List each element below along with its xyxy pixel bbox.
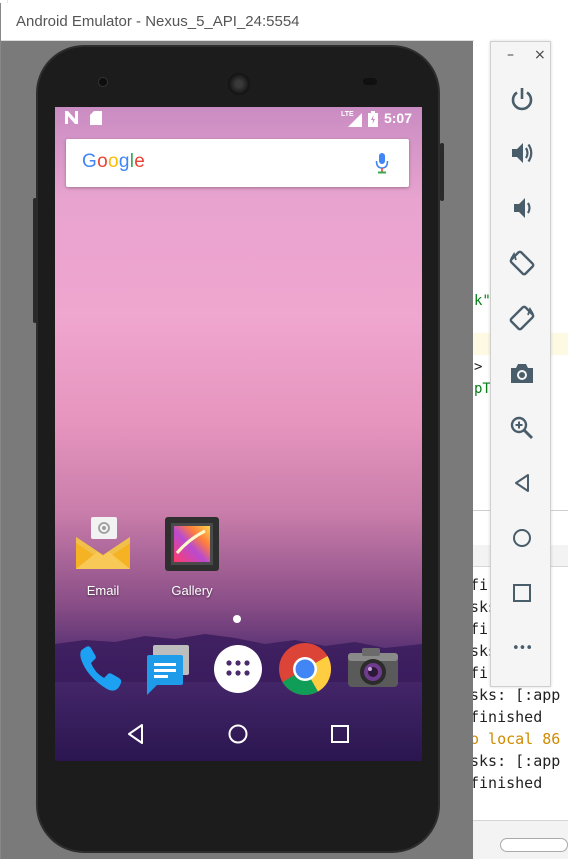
app-label: Email xyxy=(86,583,120,598)
minimize-button[interactable]: – xyxy=(507,47,514,63)
log-line: sks: [:app xyxy=(470,686,561,704)
ide-scrollbar[interactable] xyxy=(500,838,568,852)
recents-icon[interactable] xyxy=(327,721,353,747)
google-search-bar[interactable]: Google xyxy=(66,139,409,187)
email-icon xyxy=(76,517,130,569)
signal-icon xyxy=(348,113,362,131)
emulator-titlebar[interactable]: Android Emulator - Nexus_5_API_24:5554 xyxy=(1,3,474,41)
page-indicator xyxy=(233,615,241,623)
volume-rocker xyxy=(33,198,37,323)
home-button[interactable] xyxy=(509,525,535,551)
earpiece-speaker xyxy=(228,73,250,95)
camera-icon[interactable] xyxy=(345,641,401,697)
rotate-right-button[interactable] xyxy=(509,305,535,331)
gallery-icon xyxy=(165,517,219,571)
navigation-bar xyxy=(55,707,422,761)
rotate-right-icon xyxy=(509,305,535,331)
google-logo: Google xyxy=(82,151,146,172)
back-button[interactable] xyxy=(509,470,535,496)
code-fragment: k" xyxy=(474,293,491,309)
front-camera xyxy=(98,77,108,87)
volume-up-icon xyxy=(512,143,533,163)
emulator-control-panel: – × ••• xyxy=(490,41,551,687)
messages-icon[interactable] xyxy=(139,641,195,697)
log-line: sks: [:app xyxy=(470,752,561,770)
screenshot-button[interactable] xyxy=(509,360,535,386)
app-email[interactable]: Email xyxy=(64,515,142,598)
sd-card-icon xyxy=(90,111,102,129)
code-fragment: > xyxy=(474,359,483,375)
device-screen[interactable]: LTE 5:07 Google Email Gallery xyxy=(55,107,422,761)
mic-icon[interactable] xyxy=(375,152,389,176)
zoom-button[interactable] xyxy=(509,415,535,441)
status-clock: 5:07 xyxy=(383,110,412,126)
chrome-icon[interactable] xyxy=(277,641,333,697)
zoom-icon xyxy=(510,416,534,440)
battery-icon xyxy=(368,111,378,131)
overview-button[interactable] xyxy=(509,580,535,606)
more-button[interactable]: ••• xyxy=(509,636,535,662)
app-drawer-icon[interactable] xyxy=(210,641,266,697)
log-line: finished xyxy=(470,708,543,726)
log-line: finished xyxy=(470,774,543,792)
status-bar: LTE 5:07 xyxy=(55,107,422,131)
emulator-title: Android Emulator - Nexus_5_API_24:5554 xyxy=(16,13,300,30)
home-icon[interactable] xyxy=(225,721,251,747)
notification-n-icon xyxy=(64,110,79,129)
volume-down-icon xyxy=(514,198,531,218)
back-icon xyxy=(515,474,529,492)
home-icon xyxy=(513,529,531,547)
phone-icon[interactable] xyxy=(73,641,129,697)
code-fragment: pT xyxy=(474,381,491,397)
proximity-sensor xyxy=(363,78,377,85)
power-icon xyxy=(511,88,533,111)
screenshot-icon xyxy=(511,364,533,383)
app-label: Gallery xyxy=(171,583,213,598)
power-button[interactable] xyxy=(509,86,535,112)
rotate-left-button[interactable] xyxy=(509,250,535,276)
volume-up-button[interactable] xyxy=(509,140,535,166)
rotate-left-icon xyxy=(509,250,535,276)
overview-icon xyxy=(513,584,531,602)
back-icon[interactable] xyxy=(123,721,149,747)
close-button[interactable]: × xyxy=(534,47,546,63)
log-line: o local 86 xyxy=(470,730,561,748)
app-gallery[interactable]: Gallery xyxy=(153,515,231,598)
volume-down-button[interactable] xyxy=(509,195,535,221)
power-key xyxy=(440,143,444,201)
